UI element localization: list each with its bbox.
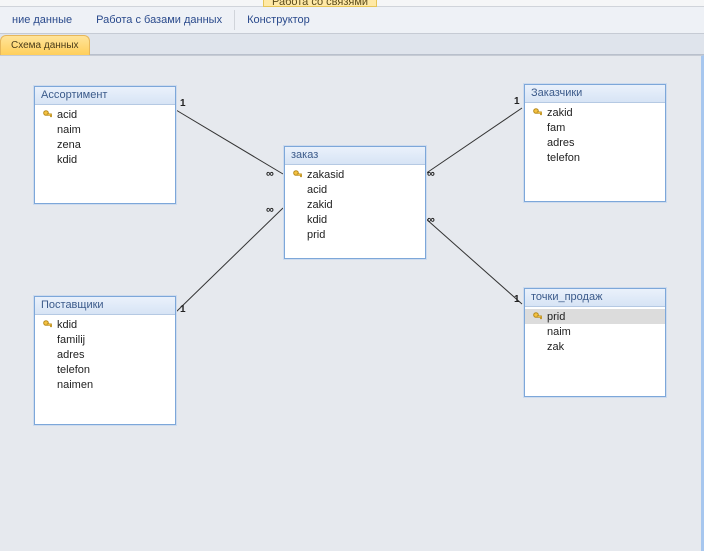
field-name: zena [55,139,81,151]
field-row[interactable]: zena [35,137,175,152]
menu-item-external-data[interactable]: ние данные [0,7,84,33]
field-row[interactable]: naim [35,122,175,137]
field-name: naim [55,124,81,136]
table-fields: acid naim zena kdid [35,105,175,203]
field-name: zakasid [305,169,344,181]
field-row[interactable]: zakid [525,105,665,120]
field-row[interactable]: familij [35,332,175,347]
field-name: zakid [545,107,573,119]
field-row[interactable]: acid [285,182,425,197]
table-suppliers[interactable]: Поставщики kdid familij adres telefon na… [34,296,176,425]
field-name: naimen [55,379,93,391]
field-row[interactable]: zak [525,339,665,354]
field-row[interactable]: fam [525,120,665,135]
field-row[interactable]: kdid [35,152,175,167]
table-title[interactable]: Заказчики [525,85,665,103]
cardinality-many: ∞ [266,168,272,180]
menu-item-database-tools[interactable]: Работа с базами данных [84,7,234,33]
primary-key-icon [531,312,545,322]
ribbon-tab-relationships[interactable]: Работа со связями [263,0,377,7]
cardinality-one: 1 [180,304,186,315]
field-row[interactable]: telefon [525,150,665,165]
primary-key-icon [291,170,305,180]
table-title[interactable]: точки_продаж [525,289,665,307]
field-name: adres [55,349,85,361]
field-name: prid [545,311,565,323]
table-assortment[interactable]: Ассортимент acid naim zena kdid [34,86,176,204]
table-fields: kdid familij adres telefon naimen [35,315,175,424]
cardinality-many: ∞ [427,214,433,226]
cardinality-many: ∞ [427,168,433,180]
field-name: acid [305,184,327,196]
field-row[interactable]: zakasid [285,167,425,182]
primary-key-icon [41,320,55,330]
relationship-canvas[interactable]: 1 ∞ 1 ∞ 1 ∞ 1 ∞ Ассортимент acid naim ze… [0,55,704,551]
field-name: telefon [545,152,580,164]
field-row[interactable]: adres [525,135,665,150]
field-name: adres [545,137,575,149]
table-title[interactable]: заказ [285,147,425,165]
cardinality-many: ∞ [266,204,272,216]
field-name: zak [545,341,564,353]
field-row[interactable]: prid [285,227,425,242]
field-row[interactable]: kdid [285,212,425,227]
table-order[interactable]: заказ zakasid acid zakid kdid prid [284,146,426,259]
field-name: zakid [305,199,333,211]
table-customers[interactable]: Заказчики zakid fam adres telefon [524,84,666,202]
table-title[interactable]: Ассортимент [35,87,175,105]
field-row[interactable]: kdid [35,317,175,332]
document-tab-schema[interactable]: Схема данных [0,35,90,55]
field-name: kdid [55,319,77,331]
primary-key-icon [531,108,545,118]
table-fields: zakasid acid zakid kdid prid [285,165,425,258]
field-name: prid [305,229,325,241]
table-sales-points[interactable]: точки_продаж prid naim zak [524,288,666,397]
field-row[interactable]: naim [525,324,665,339]
field-row[interactable]: naimen [35,377,175,392]
field-name: acid [55,109,77,121]
primary-key-icon [41,110,55,120]
field-row[interactable]: acid [35,107,175,122]
cardinality-one: 1 [514,96,520,107]
document-tab-row: Схема данных [0,34,704,55]
field-name: fam [545,122,565,134]
field-row[interactable]: telefon [35,362,175,377]
field-name: telefon [55,364,90,376]
field-row[interactable]: adres [35,347,175,362]
field-name: naim [545,326,571,338]
ribbon-menu: ние данные Работа с базами данных Констр… [0,7,704,34]
cardinality-one: 1 [180,98,186,109]
ribbon-top-strip: Работа со связями [0,0,704,7]
field-name: familij [55,334,85,346]
table-fields: prid naim zak [525,307,665,396]
menu-item-design[interactable]: Конструктор [235,7,322,33]
field-row[interactable]: prid [525,309,665,324]
table-fields: zakid fam adres telefon [525,103,665,201]
field-name: kdid [55,154,77,166]
field-row[interactable]: zakid [285,197,425,212]
cardinality-one: 1 [514,294,520,305]
field-name: kdid [305,214,327,226]
table-title[interactable]: Поставщики [35,297,175,315]
